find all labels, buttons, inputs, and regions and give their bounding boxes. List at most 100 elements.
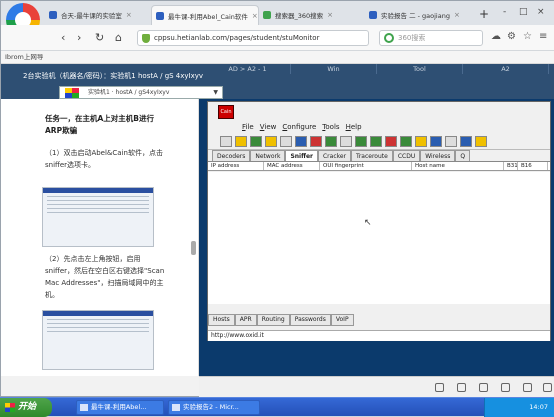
tab-cracker[interactable]: Cracker — [317, 150, 352, 161]
cain-toolbar — [208, 133, 550, 150]
tab-sniffer[interactable]: Sniffer — [285, 150, 318, 161]
menu-icon[interactable]: ≡ — [539, 31, 547, 42]
bottom-tab-passwords[interactable]: Passwords — [289, 314, 331, 326]
column-header[interactable]: OUI fingerprint — [320, 162, 412, 170]
vm-tab[interactable]: Win — [291, 64, 377, 74]
add-host-icon[interactable] — [295, 135, 307, 147]
delete-icon[interactable] — [310, 135, 322, 147]
fullscreen-icon[interactable] — [435, 383, 444, 392]
bottom-tab-voip[interactable]: VoIP — [330, 314, 354, 326]
start-sniffer-icon[interactable] — [250, 135, 262, 147]
info-icon[interactable] — [460, 135, 472, 147]
rc-icon[interactable] — [385, 135, 397, 147]
forward-icon[interactable]: › — [77, 31, 81, 44]
cain-window[interactable]: Cain File View Configure Tools Help Deco… — [207, 101, 551, 341]
close-icon[interactable]: × — [126, 11, 132, 19]
tab-ccdu[interactable]: CCDU — [392, 150, 421, 161]
menu-configure[interactable]: Configure — [282, 122, 316, 133]
lm-icon[interactable] — [355, 135, 367, 147]
tab-traceroute[interactable]: Traceroute — [351, 150, 393, 161]
new-tab-button[interactable]: + — [479, 7, 489, 21]
md5-icon[interactable] — [400, 135, 412, 147]
taskbar-button-label: 实验报告2 - Micr... — [183, 403, 239, 411]
sha-icon[interactable] — [415, 135, 427, 147]
maximize-button[interactable]: □ — [519, 7, 528, 17]
folder-icon[interactable] — [235, 135, 247, 147]
vm-tab[interactable]: Tool — [377, 64, 463, 74]
close-icon[interactable]: × — [327, 11, 333, 19]
home-icon[interactable]: ⌂ — [115, 31, 122, 44]
bottom-tab-routing[interactable]: Routing — [256, 314, 290, 326]
vm-select[interactable]: 实验机1 · hostA / gS4xyIxyv ▼ — [59, 86, 223, 99]
column-header[interactable]: Host name — [412, 162, 504, 170]
clock[interactable]: 14:07 — [529, 403, 548, 411]
step-1-screenshot[interactable] — [42, 187, 154, 247]
keyboard-icon[interactable] — [479, 383, 488, 392]
menu-view[interactable]: View — [260, 122, 277, 133]
menu-file[interactable]: File — [242, 122, 254, 133]
crack-icon[interactable] — [430, 135, 442, 147]
cain-tab-strip: Decoders Network Sniffer Cracker Tracero… — [208, 150, 550, 162]
close-window-button[interactable]: × — [537, 7, 545, 17]
address-bar[interactable]: cppsu.hetianlab.com/pages/student/stuMon… — [137, 30, 369, 46]
cain-titlebar: Cain — [208, 102, 550, 122]
vm-tab[interactable]: AD > A2 - 1 — [205, 64, 291, 74]
step-2-text: （2）先点击左上角按钮，启用sniffer，然后在空白区右键选择"Scan Ma… — [45, 255, 165, 299]
vm-tab[interactable]: A2 — [463, 64, 549, 74]
column-header[interactable]: B16 — [518, 162, 548, 170]
windows-taskbar: 开始 最牛课-利用Abel... 实验报告2 - Micr... 14:07 — [0, 397, 554, 417]
open-icon[interactable] — [220, 135, 232, 147]
settings-icon[interactable]: ⚙ — [507, 31, 516, 42]
column-header[interactable]: IP address — [208, 162, 264, 170]
vm-select-value: 实验机1 · hostA / gS4xyIxyv — [88, 89, 170, 96]
column-header[interactable]: MAC address — [264, 162, 320, 170]
tab-3[interactable]: 搜索器_360搜索 × — [259, 5, 365, 25]
taskbar-button[interactable]: 实验报告2 - Micr... — [168, 400, 260, 415]
security-shield-icon — [142, 34, 150, 43]
tab-wireless[interactable]: Wireless — [420, 150, 456, 161]
search-box[interactable]: 360搜索 — [379, 30, 483, 46]
bottom-tab-apr[interactable]: APR — [234, 314, 257, 326]
hash-icon[interactable] — [325, 135, 337, 147]
key-icon[interactable] — [340, 135, 352, 147]
clipboard-icon[interactable] — [457, 383, 466, 392]
cloud-icon[interactable]: ☁ — [491, 31, 501, 42]
minimize-button[interactable]: - — [503, 7, 506, 17]
menu-tools[interactable]: Tools — [322, 122, 339, 133]
bookmark-item[interactable]: Ibrom上网导 — [5, 53, 43, 61]
ntlm-icon[interactable] — [370, 135, 382, 147]
tab-2[interactable]: 最牛课-利用Abel_Cain软件 × — [151, 5, 259, 25]
tab-decoders[interactable]: Decoders — [212, 150, 251, 161]
hosts-table-body[interactable] — [208, 172, 550, 304]
tab-favicon-icon — [49, 11, 57, 19]
start-label: 开始 — [18, 402, 37, 412]
bottom-tab-hosts[interactable]: Hosts — [208, 314, 235, 326]
screenshot-icon[interactable] — [523, 383, 532, 392]
tab-query[interactable]: Q — [455, 150, 471, 161]
cain-logo-icon: Cain — [218, 105, 234, 119]
apr-icon[interactable] — [265, 135, 277, 147]
mouse-cursor-icon: ↖ — [364, 218, 372, 228]
step-2-screenshot[interactable] — [42, 310, 154, 370]
tab-4[interactable]: 实验报告 二 - gaojiang × — [365, 5, 475, 25]
cain-menu-bar: File View Configure Tools Help — [208, 122, 550, 133]
tab-label: 实验报告 二 - gaojiang — [381, 12, 450, 20]
expand-icon[interactable] — [543, 383, 552, 392]
bookmark-bar: Ibrom上网导 — [1, 51, 554, 64]
star-icon[interactable]: ☆ — [523, 31, 532, 42]
tab-network[interactable]: Network — [250, 150, 286, 161]
start-button[interactable]: 开始 — [0, 398, 52, 417]
menu-help[interactable]: Help — [346, 122, 362, 133]
print-icon[interactable] — [445, 135, 457, 147]
close-icon[interactable]: × — [252, 12, 258, 20]
close-icon[interactable]: × — [454, 11, 460, 19]
taskbar-button[interactable]: 最牛课-利用Abel... — [76, 400, 164, 415]
guide-scrollbar[interactable] — [191, 241, 196, 255]
upload-icon[interactable] — [501, 383, 510, 392]
back-icon[interactable]: ‹ — [61, 31, 65, 44]
column-header[interactable]: B31 — [504, 162, 518, 170]
tab-1[interactable]: 合天-最牛课的实验室 × — [45, 5, 151, 25]
network-icon[interactable] — [280, 135, 292, 147]
help-icon[interactable] — [475, 135, 487, 147]
refresh-icon[interactable]: ↻ — [95, 31, 104, 44]
